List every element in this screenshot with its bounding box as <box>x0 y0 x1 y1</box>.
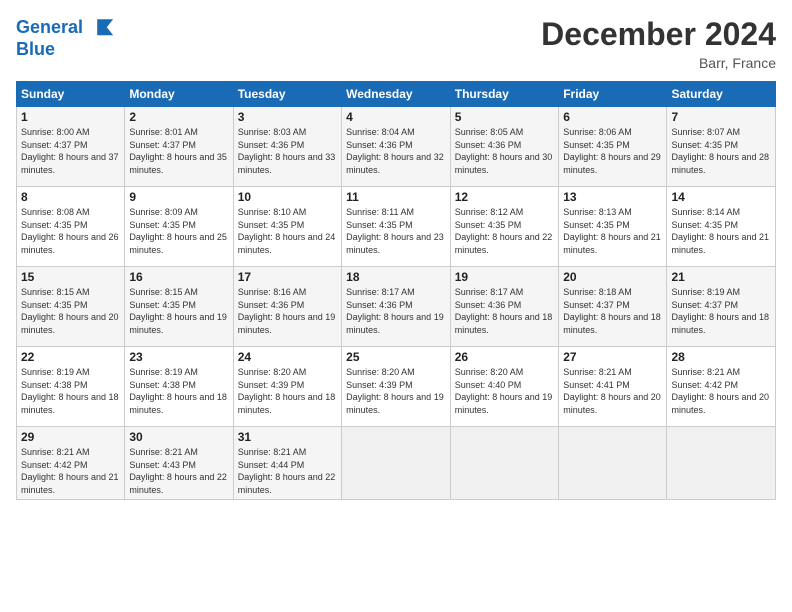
calendar-header-row: Sunday Monday Tuesday Wednesday Thursday… <box>17 82 776 107</box>
table-row: 19Sunrise: 8:17 AMSunset: 4:36 PMDayligh… <box>450 267 558 347</box>
table-row: 27Sunrise: 8:21 AMSunset: 4:41 PMDayligh… <box>559 347 667 427</box>
header-sunday: Sunday <box>17 82 125 107</box>
title-area: December 2024 Barr, France <box>541 16 776 71</box>
table-row <box>450 427 558 500</box>
logo-text: General <box>16 16 120 40</box>
table-row: 1Sunrise: 8:00 AMSunset: 4:37 PMDaylight… <box>17 107 125 187</box>
table-row: 2Sunrise: 8:01 AMSunset: 4:37 PMDaylight… <box>125 107 233 187</box>
table-row: 5Sunrise: 8:05 AMSunset: 4:36 PMDaylight… <box>450 107 558 187</box>
table-row: 15Sunrise: 8:15 AMSunset: 4:35 PMDayligh… <box>17 267 125 347</box>
table-row: 22Sunrise: 8:19 AMSunset: 4:38 PMDayligh… <box>17 347 125 427</box>
table-row: 3Sunrise: 8:03 AMSunset: 4:36 PMDaylight… <box>233 107 341 187</box>
table-row <box>559 427 667 500</box>
header-friday: Friday <box>559 82 667 107</box>
logo-blue: Blue <box>16 40 120 60</box>
table-row: 26Sunrise: 8:20 AMSunset: 4:40 PMDayligh… <box>450 347 558 427</box>
logo-flag-icon <box>92 16 120 40</box>
table-row: 6Sunrise: 8:06 AMSunset: 4:35 PMDaylight… <box>559 107 667 187</box>
table-row: 30Sunrise: 8:21 AMSunset: 4:43 PMDayligh… <box>125 427 233 500</box>
location: Barr, France <box>541 55 776 71</box>
header-thursday: Thursday <box>450 82 558 107</box>
table-row: 29Sunrise: 8:21 AMSunset: 4:42 PMDayligh… <box>17 427 125 500</box>
table-row: 23Sunrise: 8:19 AMSunset: 4:38 PMDayligh… <box>125 347 233 427</box>
table-row <box>342 427 451 500</box>
table-row: 17Sunrise: 8:16 AMSunset: 4:36 PMDayligh… <box>233 267 341 347</box>
header-wednesday: Wednesday <box>342 82 451 107</box>
header-saturday: Saturday <box>667 82 776 107</box>
table-row: 25Sunrise: 8:20 AMSunset: 4:39 PMDayligh… <box>342 347 451 427</box>
table-row: 31Sunrise: 8:21 AMSunset: 4:44 PMDayligh… <box>233 427 341 500</box>
table-row: 16Sunrise: 8:15 AMSunset: 4:35 PMDayligh… <box>125 267 233 347</box>
header-tuesday: Tuesday <box>233 82 341 107</box>
table-row <box>667 427 776 500</box>
table-row: 24Sunrise: 8:20 AMSunset: 4:39 PMDayligh… <box>233 347 341 427</box>
table-row: 7Sunrise: 8:07 AMSunset: 4:35 PMDaylight… <box>667 107 776 187</box>
table-row: 9Sunrise: 8:09 AMSunset: 4:35 PMDaylight… <box>125 187 233 267</box>
table-row: 11Sunrise: 8:11 AMSunset: 4:35 PMDayligh… <box>342 187 451 267</box>
logo-general: General <box>16 17 83 37</box>
month-title: December 2024 <box>541 16 776 53</box>
logo: General Blue <box>16 16 120 60</box>
table-row: 20Sunrise: 8:18 AMSunset: 4:37 PMDayligh… <box>559 267 667 347</box>
header-monday: Monday <box>125 82 233 107</box>
calendar: Sunday Monday Tuesday Wednesday Thursday… <box>16 81 776 500</box>
table-row: 18Sunrise: 8:17 AMSunset: 4:36 PMDayligh… <box>342 267 451 347</box>
table-row: 8Sunrise: 8:08 AMSunset: 4:35 PMDaylight… <box>17 187 125 267</box>
table-row: 28Sunrise: 8:21 AMSunset: 4:42 PMDayligh… <box>667 347 776 427</box>
table-row: 10Sunrise: 8:10 AMSunset: 4:35 PMDayligh… <box>233 187 341 267</box>
table-row: 21Sunrise: 8:19 AMSunset: 4:37 PMDayligh… <box>667 267 776 347</box>
table-row: 14Sunrise: 8:14 AMSunset: 4:35 PMDayligh… <box>667 187 776 267</box>
header: General Blue December 2024 Barr, France <box>16 16 776 71</box>
table-row: 4Sunrise: 8:04 AMSunset: 4:36 PMDaylight… <box>342 107 451 187</box>
table-row: 13Sunrise: 8:13 AMSunset: 4:35 PMDayligh… <box>559 187 667 267</box>
table-row: 12Sunrise: 8:12 AMSunset: 4:35 PMDayligh… <box>450 187 558 267</box>
